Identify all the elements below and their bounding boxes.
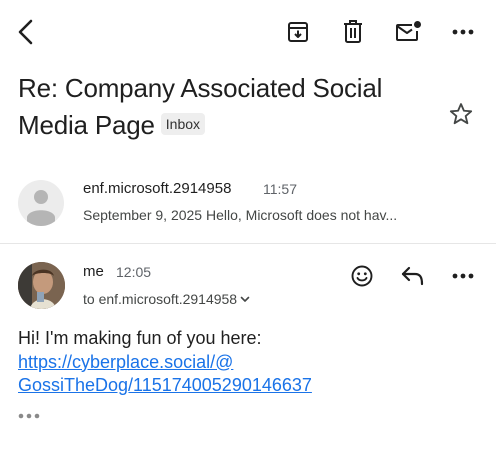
more-horizontal-icon [452,29,474,35]
message-snippet: September 9, 2025 Hello, Microsoft does … [83,207,398,223]
avatar[interactable] [18,180,64,226]
message-expanded: me 12:05 to enf.microsoft.2914958 [0,254,496,324]
reply-button[interactable] [398,261,428,291]
message-link[interactable]: https://cyberplace.social/@ GossiTheDog/… [18,351,478,398]
mark-unread-icon [396,21,421,41]
delete-button[interactable] [337,16,369,48]
reply-icon [401,266,424,286]
recipient-details-toggle[interactable]: to enf.microsoft.2914958 [83,290,250,307]
message-body: Hi! I'm making fun of you here: https://… [18,327,478,398]
archive-button[interactable] [282,16,314,48]
trash-icon [344,20,362,43]
more-horizontal-icon [452,273,474,279]
add-reaction-button[interactable] [347,261,377,291]
star-icon [449,103,473,125]
email-subject: Re: Company Associated Social Media Page… [18,70,418,144]
message-time: 12:05 [116,264,152,280]
sender-name: enf.microsoft.2914958 [83,180,232,197]
body-text-line: Hi! I'm making fun of you here: [18,328,262,348]
star-button[interactable] [445,98,477,130]
message-more-button[interactable] [448,261,478,291]
smiley-icon [351,265,373,287]
link-line-1: https://cyberplace.social/@ [18,351,234,372]
profile-photo-icon [18,262,65,309]
mark-unread-button[interactable] [392,16,424,48]
message-collapsed[interactable]: enf.microsoft.2914958 11:57 September 9,… [0,172,496,242]
more-options-button[interactable] [447,16,479,48]
person-icon [27,190,55,226]
chevron-down-icon [240,296,250,302]
message-time: 11:57 [263,181,297,197]
archive-icon [288,22,308,42]
inbox-label-badge[interactable]: Inbox [160,113,206,135]
link-line-2: GossiTheDog/115174005290146637 [18,375,312,395]
avatar[interactable] [18,262,65,309]
back-button[interactable] [10,16,42,48]
top-toolbar [0,0,496,64]
sender-name: me [83,263,104,280]
divider [0,243,496,244]
recipient-text: to enf.microsoft.2914958 [83,291,238,307]
chevron-left-icon [18,19,33,45]
show-trimmed-content-button[interactable] [18,408,42,424]
more-horizontal-icon [18,413,40,419]
